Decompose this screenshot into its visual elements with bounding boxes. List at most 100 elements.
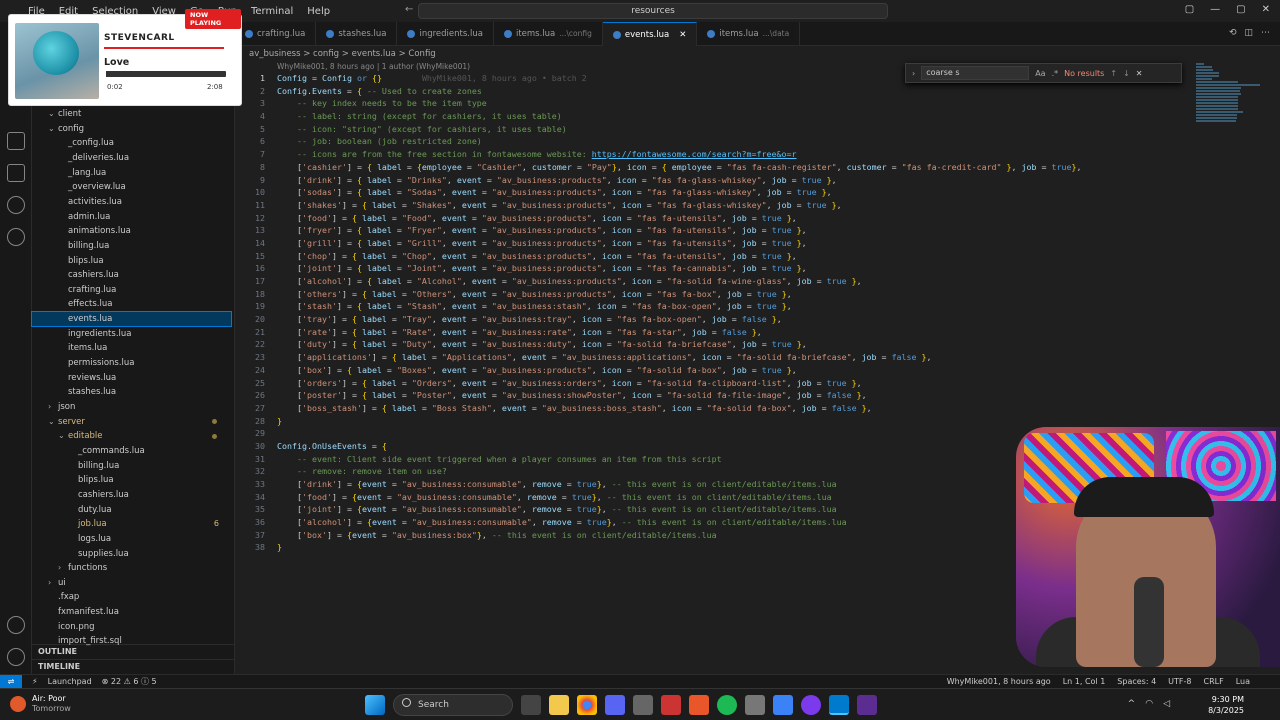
file-permissions-lua[interactable]: permissions.lua: [32, 356, 231, 370]
menu-item-terminal[interactable]: Terminal: [251, 6, 293, 17]
vs-icon[interactable]: [857, 695, 877, 715]
minimap[interactable]: [1196, 62, 1266, 122]
app-icon-1[interactable]: [633, 695, 653, 715]
extensions-icon[interactable]: [7, 164, 25, 182]
file-activities-lua[interactable]: activities.lua: [32, 195, 231, 209]
code-line[interactable]: ['grill'] = { label = "Grill", event = "…: [277, 237, 1082, 250]
code-line[interactable]: ['chop'] = { label = "Chop", event = "av…: [277, 250, 1082, 263]
file--overview-lua[interactable]: _overview.lua: [32, 180, 231, 194]
folder-editable[interactable]: ⌄ editable: [32, 429, 231, 443]
code-line[interactable]: -- icons are from the free section in fo…: [277, 148, 1082, 161]
problems-indicator[interactable]: ⊗ 22 ⚠ 6 ⓘ 5: [102, 675, 157, 688]
taskbar-clock[interactable]: 9:30 PM 8/3/2025: [1208, 694, 1244, 716]
code-line[interactable]: ['fryer'] = { label = "Fryer", event = "…: [277, 224, 1082, 237]
file-blips-lua[interactable]: blips.lua: [32, 254, 231, 268]
file-duty-lua[interactable]: duty.lua: [32, 503, 231, 517]
file--fxap[interactable]: .fxap: [32, 590, 231, 604]
run-debug-icon[interactable]: [7, 132, 25, 150]
gear-icon[interactable]: [7, 648, 25, 666]
file-items-lua[interactable]: items.lua: [32, 341, 231, 355]
compare-icon[interactable]: ⟲: [1229, 28, 1237, 38]
file-events-lua[interactable]: events.lua: [31, 311, 232, 328]
file-admin-lua[interactable]: admin.lua: [32, 210, 231, 224]
find-input[interactable]: coarse s: [921, 66, 1030, 80]
line-ending[interactable]: CRLF: [1204, 675, 1224, 688]
code-line[interactable]: ['tray'] = { label = "Tray", event = "av…: [277, 313, 1082, 326]
discord-icon[interactable]: [605, 695, 625, 715]
regex-icon[interactable]: .*: [1052, 69, 1059, 78]
file-blips-lua[interactable]: blips.lua: [32, 473, 231, 487]
status-blame[interactable]: WhyMike001, 8 hours ago: [947, 675, 1051, 688]
remote-indicator[interactable]: ⇌: [0, 675, 22, 688]
code-line[interactable]: }: [277, 415, 1082, 428]
code-line[interactable]: -- key index needs to be the item type: [277, 97, 1082, 110]
file-ingredients-lua[interactable]: ingredients.lua: [32, 327, 231, 341]
split-editor-icon[interactable]: ◫: [1244, 28, 1253, 38]
vscode-icon[interactable]: [829, 695, 849, 715]
launchpad-button[interactable]: Launchpad: [48, 675, 92, 688]
file-stashes-lua[interactable]: stashes.lua: [32, 385, 231, 399]
folder-json[interactable]: › json: [32, 400, 231, 414]
next-match-icon[interactable]: ↓: [1123, 69, 1130, 78]
code-line[interactable]: -- event: Client side event triggered wh…: [277, 453, 1082, 466]
code-line[interactable]: -- remove: remove item on use?: [277, 465, 1082, 478]
code-line[interactable]: -- job: boolean (job restricted zone): [277, 135, 1082, 148]
maximize-icon[interactable]: ▢: [1236, 4, 1245, 15]
file-logs-lua[interactable]: logs.lua: [32, 532, 231, 546]
code-line[interactable]: -- icon: "string" (except for cashiers, …: [277, 123, 1082, 136]
tab-events-lua[interactable]: events.lua ✕: [602, 22, 698, 47]
file-cashiers-lua[interactable]: cashiers.lua: [32, 268, 231, 282]
branch-icon[interactable]: ⚡: [32, 675, 38, 688]
start-icon[interactable]: [365, 695, 385, 715]
code-line[interactable]: ['alcohol'] = { label = "Alcohol", event…: [277, 275, 1082, 288]
close-tab-icon[interactable]: ✕: [679, 23, 686, 47]
back-arrow-icon[interactable]: ←: [405, 4, 413, 15]
tab-stashes-lua[interactable]: stashes.lua: [316, 22, 398, 46]
code-line[interactable]: ['orders'] = { label = "Orders", event =…: [277, 377, 1082, 390]
code-line[interactable]: ['drink'] = {event = "av_business:consum…: [277, 478, 1082, 491]
app-icon-3[interactable]: [689, 695, 709, 715]
folder-server[interactable]: ⌄ server: [32, 415, 231, 429]
blame-header[interactable]: WhyMike001, 8 hours ago | 1 author (WhyM…: [277, 62, 470, 71]
minimize-icon[interactable]: —: [1210, 4, 1220, 15]
chrome-icon[interactable]: [577, 695, 597, 715]
code-line[interactable]: ['food'] = {event = "av_business:consuma…: [277, 491, 1082, 504]
file-icon-png[interactable]: icon.png: [32, 620, 231, 634]
code-line[interactable]: ['alcohol'] = {event = "av_business:cons…: [277, 516, 1082, 529]
code-line[interactable]: ['rate'] = { label = "Rate", event = "av…: [277, 326, 1082, 339]
code-line[interactable]: ['duty'] = { label = "Duty", event = "av…: [277, 338, 1082, 351]
toggle-replace-icon[interactable]: ›: [912, 69, 915, 78]
tab-ingredients-lua[interactable]: ingredients.lua: [397, 22, 494, 46]
layout-icon[interactable]: ▢: [1185, 4, 1194, 15]
code-line[interactable]: Config.Events = { -- Used to create zone…: [277, 85, 1082, 98]
code-line[interactable]: ['stash'] = { label = "Stash", event = "…: [277, 300, 1082, 313]
prev-match-icon[interactable]: ↑: [1110, 69, 1117, 78]
timeline-section[interactable]: TIMELINE: [32, 659, 235, 673]
file-explorer-icon[interactable]: [549, 695, 569, 715]
file-job-lua[interactable]: job.lua 6: [32, 517, 231, 531]
spotify-icon[interactable]: [717, 695, 737, 715]
code-line[interactable]: -- label: string (except for cashiers, i…: [277, 110, 1082, 123]
volume-icon[interactable]: ◁: [1163, 699, 1170, 709]
tray-chevron-icon[interactable]: ^: [1128, 699, 1136, 709]
file--commands-lua[interactable]: _commands.lua: [32, 444, 231, 458]
file--config-lua[interactable]: _config.lua: [32, 136, 231, 150]
file-fxmanifest-lua[interactable]: fxmanifest.lua: [32, 605, 231, 619]
close-find-icon[interactable]: ✕: [1136, 69, 1143, 78]
file-supplies-lua[interactable]: supplies.lua: [32, 547, 231, 561]
file-billing-lua[interactable]: billing.lua: [32, 459, 231, 473]
file--lang-lua[interactable]: _lang.lua: [32, 166, 231, 180]
taskbar-search[interactable]: Search: [393, 694, 513, 716]
tab-crafting-lua[interactable]: crafting.lua: [235, 22, 317, 46]
remote-explorer-icon[interactable]: [7, 196, 25, 214]
code-line[interactable]: ['box'] = { label = "Boxes", event = "av…: [277, 364, 1082, 377]
indentation[interactable]: Spaces: 4: [1117, 675, 1156, 688]
github-icon[interactable]: [7, 228, 25, 246]
app-icon-4[interactable]: [773, 695, 793, 715]
weather-widget[interactable]: Air: Poor Tomorrow: [10, 694, 71, 714]
wifi-icon[interactable]: ◠: [1145, 699, 1153, 709]
code-line[interactable]: ['sodas'] = { label = "Sodas", event = "…: [277, 186, 1082, 199]
code-line[interactable]: }: [277, 541, 1082, 554]
code-line[interactable]: ['box'] = {event = "av_business:box"}, -…: [277, 529, 1082, 542]
task-view-icon[interactable]: [521, 695, 541, 715]
